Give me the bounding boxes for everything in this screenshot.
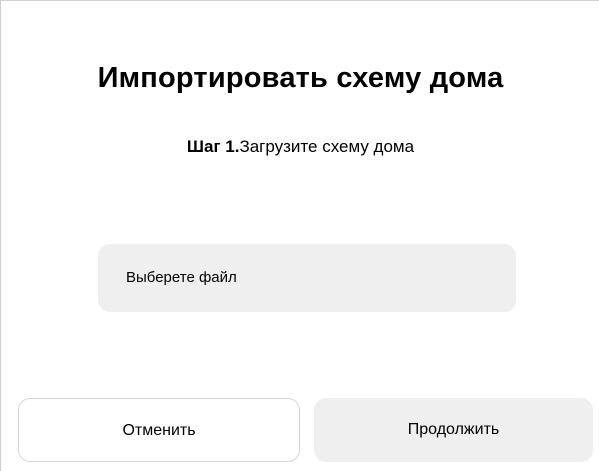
step-instruction: Шаг 1.Загрузите схему дома xyxy=(1,136,599,158)
file-picker[interactable]: Выберете файл xyxy=(98,244,516,312)
continue-button[interactable]: Продолжить xyxy=(314,398,593,462)
file-picker-label: Выберете файл xyxy=(126,269,237,286)
import-house-scheme-dialog: Импортировать схему дома Шаг 1.Загрузите… xyxy=(0,0,599,471)
step-number: Шаг 1. xyxy=(186,137,240,156)
cancel-button[interactable]: Отменить xyxy=(18,398,300,462)
dialog-title: Импортировать схему дома xyxy=(97,62,504,94)
step-text: Загрузите схему дома xyxy=(239,137,415,156)
